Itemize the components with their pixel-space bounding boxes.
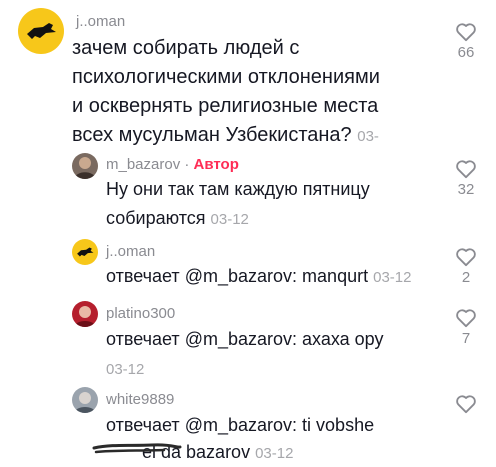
comment-item: m_bazarov · Автор Ну они так там каждую … [0, 150, 496, 236]
comment-text: отвечает @m_bazarov: ахаха ору 03-12 [106, 325, 426, 384]
username-link[interactable]: m_bazarov [106, 156, 180, 173]
bird-logo-icon [27, 23, 56, 39]
comment-date: 03-12 [210, 211, 249, 228]
mention-link[interactable]: @m_bazarov: [185, 266, 297, 286]
like-button[interactable]: 32 [451, 159, 481, 198]
like-count: 7 [461, 330, 471, 347]
comment-body: ti vobshe [302, 415, 375, 435]
heart-outline-icon [456, 160, 476, 179]
comment-date: 03-12 [106, 361, 145, 378]
like-button[interactable]: 66 [451, 22, 481, 61]
profile-photo-icon [74, 392, 96, 413]
avatar[interactable] [72, 301, 98, 327]
comment-item: white9889 отвечает @m_bazarov: ti vobshe… [0, 384, 496, 464]
heart-outline-icon [456, 23, 476, 42]
comment-username: m_bazarov · Автор [106, 156, 239, 173]
comment-body: manqurt [302, 266, 369, 286]
like-button[interactable]: 7 [451, 308, 481, 347]
reply-prefix: отвечает [106, 415, 180, 435]
like-count: 2 [461, 269, 471, 286]
comment-date: 03-12 [255, 445, 294, 462]
heart-outline-icon [456, 309, 476, 328]
profile-photo-icon [74, 306, 96, 327]
comment-body: ахаха ору [302, 329, 384, 349]
like-button[interactable]: 2 [451, 247, 481, 286]
avatar[interactable] [72, 387, 98, 413]
heart-outline-icon [456, 395, 476, 414]
like-count: 32 [457, 181, 475, 198]
reply-prefix: отвечает [106, 329, 180, 349]
comment-item: j..oman зачем собирать людей с психологи… [0, 0, 496, 175]
bird-logo-icon [77, 247, 94, 257]
comment-username[interactable]: white9889 [106, 391, 174, 408]
comment-text: Ну они так там каждую пятницу собираются… [106, 175, 406, 234]
profile-photo-icon [74, 157, 96, 179]
author-badge: Автор [193, 156, 239, 173]
mention-link[interactable]: @m_bazarov: [185, 329, 297, 349]
like-button[interactable] [451, 394, 481, 414]
heart-outline-icon [456, 248, 476, 267]
comment-item: platino300 отвечает @m_bazarov: ахаха ор… [0, 298, 496, 382]
comment-username[interactable]: j..oman [76, 13, 125, 30]
avatar[interactable] [72, 239, 98, 265]
reply-prefix: отвечает [106, 266, 180, 286]
comment-date: 03-12 [373, 269, 412, 286]
comment-text: отвечает @m_bazarov: manqurt 03-12 [106, 262, 446, 292]
comment-username[interactable]: platino300 [106, 305, 175, 322]
scribble-mark [92, 443, 182, 454]
comment-item: j..oman отвечает @m_bazarov: manqurt 03-… [0, 236, 496, 296]
comment-username[interactable]: j..oman [106, 243, 155, 260]
author-separator: · [184, 156, 190, 173]
mention-link[interactable]: @m_bazarov: [185, 415, 297, 435]
avatar[interactable] [18, 8, 64, 54]
avatar[interactable] [72, 153, 98, 179]
comment-body: зачем собирать людей с психологическими … [72, 37, 380, 146]
like-count: 66 [457, 44, 475, 61]
